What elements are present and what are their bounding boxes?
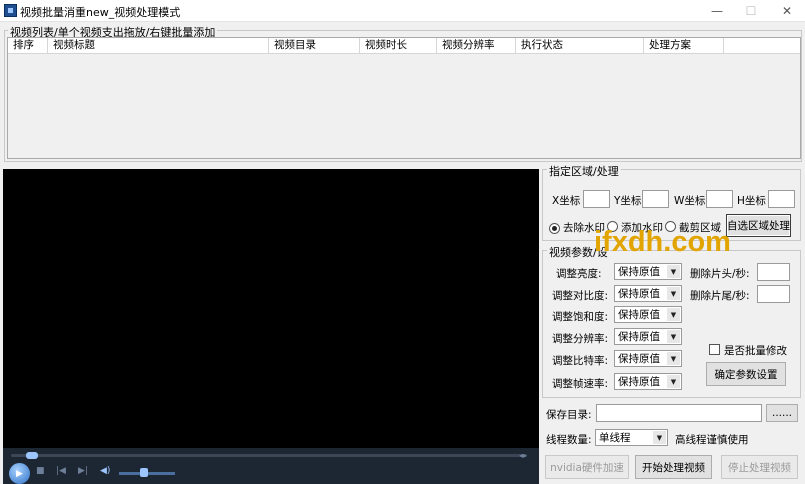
play-icon: ▶ — [16, 468, 23, 479]
region-group-label: 指定区域/处理 — [547, 163, 621, 179]
x-coord-input[interactable] — [583, 190, 610, 208]
col-directory[interactable]: 视频目录 — [269, 38, 360, 54]
chevron-down-icon: ▼ — [667, 330, 680, 343]
window-title: 视频批量消重new_视频处理模式 — [20, 6, 181, 19]
col-scheme[interactable]: 处理方案 — [644, 38, 724, 54]
nvidia-accel-button: nvidia硬件加速 — [545, 455, 629, 479]
saturation-select[interactable]: 保持原值 ▼ — [614, 306, 682, 323]
bitrate-label: 调整比特率: — [552, 355, 609, 367]
bitrate-select[interactable]: 保持原值 ▼ — [614, 350, 682, 367]
batch-modify-checkbox[interactable] — [709, 344, 720, 355]
app-icon — [4, 4, 17, 17]
next-icon[interactable]: ▶| — [78, 466, 88, 476]
resolution-select[interactable]: 保持原值 ▼ — [614, 328, 682, 345]
col-duration[interactable]: 视频时长 — [360, 38, 437, 54]
w-coord-input[interactable] — [706, 190, 733, 208]
radio-remove-watermark[interactable] — [549, 221, 560, 234]
chevron-down-icon: ▼ — [667, 375, 680, 388]
region-process-button[interactable]: 自选区域处理 — [726, 214, 791, 237]
save-dir-input[interactable] — [596, 404, 762, 422]
contrast-label: 调整对比度: — [552, 290, 609, 302]
maximize-button: ☐ — [734, 0, 768, 22]
threads-select[interactable]: 单线程 ▼ — [595, 429, 668, 446]
brightness-label: 调整亮度: — [556, 268, 602, 280]
chevron-down-icon: ▼ — [667, 265, 680, 278]
seek-end-icon: ◂▸ — [519, 451, 528, 460]
seek-thumb[interactable] — [26, 452, 39, 459]
framerate-label: 调整帧速率: — [552, 378, 609, 390]
chevron-down-icon: ▼ — [667, 287, 680, 300]
resolution-value: 保持原值 — [618, 331, 660, 343]
confirm-params-button[interactable]: 确定参数设置 — [706, 362, 786, 386]
col-title[interactable]: 视频标题 — [48, 38, 269, 54]
volume-icon[interactable]: ◀) — [100, 466, 110, 476]
video-list[interactable]: 排序 视频标题 视频目录 视频时长 视频分辨率 执行状态 处理方案 — [7, 37, 801, 159]
framerate-select[interactable]: 保持原值 ▼ — [614, 373, 682, 390]
threads-value: 单线程 — [599, 432, 631, 444]
close-icon: ✕ — [781, 4, 793, 18]
saturation-label: 调整饱和度: — [552, 311, 609, 323]
bitrate-value: 保持原值 — [618, 353, 660, 365]
saturation-value: 保持原值 — [618, 309, 660, 321]
contrast-value: 保持原值 — [618, 288, 660, 300]
trim-tail-label: 删除片尾/秒: — [690, 290, 750, 302]
chevron-down-icon: ▼ — [653, 431, 666, 444]
resolution-label: 调整分辨率: — [552, 333, 609, 345]
x-coord-label: X坐标 — [552, 195, 581, 207]
y-coord-label: Y坐标 — [614, 195, 642, 207]
threads-label: 线程数量: — [546, 434, 592, 446]
player-controls: ◂▸ ▶ ■ |◀ ▶| ◀) — [3, 448, 539, 484]
play-button[interactable]: ▶ — [9, 463, 30, 484]
col-order[interactable]: 排序 — [8, 38, 48, 54]
trim-head-input[interactable] — [757, 263, 790, 281]
save-dir-label: 保存目录: — [546, 409, 592, 421]
contrast-select[interactable]: 保持原值 ▼ — [614, 285, 682, 302]
h-coord-input[interactable] — [768, 190, 795, 208]
chevron-down-icon: ▼ — [667, 308, 680, 321]
video-list-header: 排序 视频标题 视频目录 视频时长 视频分辨率 执行状态 处理方案 — [8, 38, 800, 54]
h-coord-label: H坐标 — [737, 195, 766, 207]
start-process-button[interactable]: 开始处理视频 — [635, 455, 712, 479]
watermark-text: ifxdh.com — [594, 226, 731, 258]
chevron-down-icon: ▼ — [667, 352, 680, 365]
stop-process-button: 停止处理视频 — [721, 455, 798, 479]
maximize-icon: ☐ — [745, 4, 757, 18]
minimize-button[interactable]: — — [700, 0, 734, 22]
volume-thumb[interactable] — [140, 468, 149, 477]
title-bar: 视频批量消重new_视频处理模式 — ☐ ✕ — [0, 0, 805, 22]
video-preview[interactable] — [3, 169, 539, 448]
w-coord-label: W坐标 — [674, 195, 706, 207]
seek-bar[interactable] — [11, 454, 527, 457]
threads-note: 高线程谨慎使用 — [675, 434, 749, 446]
browse-button[interactable]: ...... — [766, 404, 798, 422]
framerate-value: 保持原值 — [618, 376, 660, 388]
stop-icon[interactable]: ■ — [36, 466, 45, 476]
close-button[interactable]: ✕ — [770, 0, 804, 22]
col-resolution[interactable]: 视频分辨率 — [437, 38, 516, 54]
trim-tail-input[interactable] — [757, 285, 790, 303]
radio-remove-indicator[interactable] — [549, 223, 560, 234]
previous-icon[interactable]: |◀ — [56, 466, 66, 476]
y-coord-input[interactable] — [642, 190, 669, 208]
brightness-value: 保持原值 — [618, 266, 660, 278]
minimize-icon: — — [711, 4, 723, 18]
col-status[interactable]: 执行状态 — [516, 38, 644, 54]
batch-modify-label[interactable]: 是否批量修改 — [724, 343, 787, 358]
brightness-select[interactable]: 保持原值 ▼ — [614, 263, 682, 280]
trim-head-label: 删除片头/秒: — [690, 268, 750, 280]
